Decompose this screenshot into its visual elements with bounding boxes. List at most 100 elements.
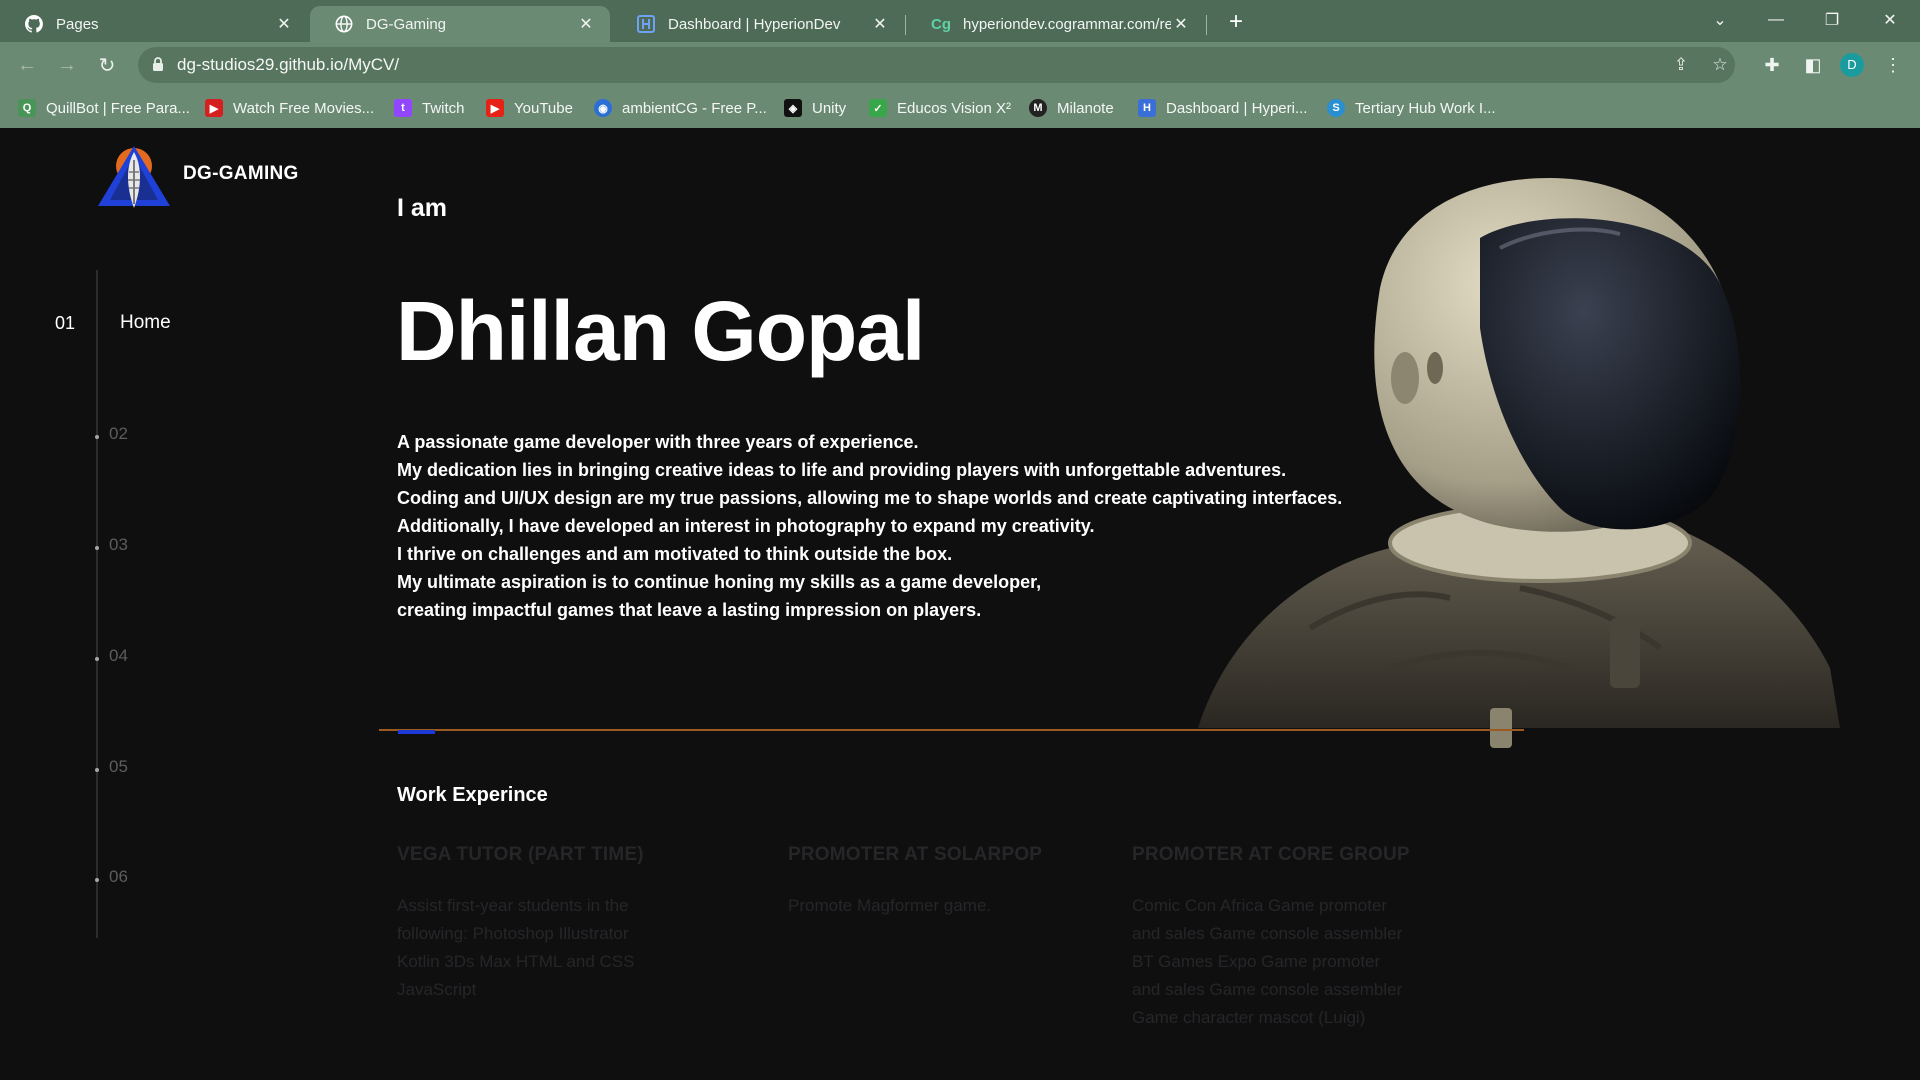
hero-bio: A passionate game developer with three y… (397, 428, 1342, 624)
minimize-button[interactable]: — (1748, 0, 1804, 40)
tab-search-icon[interactable]: ⌄ (1692, 0, 1748, 40)
close-icon[interactable]: ✕ (1171, 14, 1191, 34)
browser-toolbar: ← → ↻ dg-studios29.github.io/MyCV/ ⇪ ☆ ✚… (0, 42, 1920, 88)
nav-item-home[interactable]: Home (120, 312, 171, 334)
bio-line: Coding and UI/UX design are my true pass… (397, 488, 1343, 508)
menu-icon[interactable]: ⋮ (1880, 52, 1906, 78)
job-line: Promote Magformer game. (788, 896, 992, 915)
job-line: JavaScript (397, 980, 477, 999)
bio-line: My ultimate aspiration is to continue ho… (397, 572, 1042, 592)
restore-button[interactable]: ❐ (1804, 0, 1860, 40)
tertiaryhub-icon: S (1327, 99, 1345, 117)
page-content: DG-GAMING 01 Home 02 03 04 05 06 I am Dh… (0, 128, 1920, 1080)
job-line: Assist first-year students in the (397, 896, 629, 915)
hero-intro: I am (397, 194, 448, 222)
tab-strip: Pages ✕ DG-Gaming ✕ Dashboard | Hyperion… (0, 0, 1920, 42)
job-line: following: Photoshop Illustrator (397, 924, 629, 943)
lock-icon[interactable] (152, 57, 164, 77)
close-icon[interactable]: ✕ (870, 14, 890, 34)
tab-separator (1206, 15, 1207, 35)
bookmark-unity[interactable]: ◈ Unity (784, 96, 846, 120)
share-icon[interactable]: ⇪ (1670, 55, 1692, 77)
address-bar[interactable]: dg-studios29.github.io/MyCV/ ⇪ ☆ (138, 47, 1735, 83)
bookmarks-bar: Q QuillBot | Free Para... ▶ Watch Free Mov… (0, 88, 1920, 128)
close-window-button[interactable]: ✕ (1862, 0, 1918, 40)
tab-cogrammar[interactable]: Cg hyperiondev.cogrammar.com/rev ✕ (907, 6, 1205, 42)
side-panel-icon[interactable]: ◧ (1800, 52, 1826, 78)
back-button[interactable]: ← (12, 50, 42, 80)
nav-dot (95, 768, 99, 772)
section-divider (379, 729, 1524, 731)
twitch-icon: t (394, 99, 412, 117)
tab-separator (905, 15, 906, 35)
tab-hyperiondev[interactable]: Dashboard | HyperionDev ✕ (612, 6, 904, 42)
job-line: Kotlin 3Ds Max HTML and CSS (397, 952, 635, 971)
nav-dot (95, 878, 99, 882)
hyperiondev-icon: H (1138, 99, 1156, 117)
bookmark-label: YouTube (514, 99, 573, 117)
ambientcg-icon: ◉ (594, 99, 612, 117)
bookmark-tertiary-hub[interactable]: S Tertiary Hub Work I... (1327, 96, 1496, 120)
close-icon[interactable]: ✕ (576, 14, 596, 34)
bookmark-label: Educos Vision X² (897, 99, 1011, 117)
hero-name: Dhillan Gopal (396, 284, 925, 378)
bookmark-label: Dashboard | Hyperi... (1166, 99, 1308, 117)
tab-title: DG-Gaming (366, 15, 447, 33)
job-description: Promote Magformer game. (788, 892, 1042, 920)
nav-dot (95, 435, 99, 439)
forward-button[interactable]: → (52, 50, 82, 80)
close-icon[interactable]: ✕ (274, 14, 294, 34)
bookmark-educos-vision[interactable]: ✓ Educos Vision X² (869, 96, 1011, 120)
job-title: PROMOTER AT SOLARPOP (788, 844, 1043, 865)
globe-icon (334, 14, 354, 34)
avatar[interactable]: D (1840, 53, 1864, 77)
bookmark-label: QuillBot | Free Para... (46, 99, 190, 117)
bookmark-label: Milanote (1057, 99, 1114, 117)
nav-item-02[interactable]: 02 (109, 424, 128, 444)
bookmark-hyperiondev-dashboard[interactable]: H Dashboard | Hyperi... (1138, 96, 1307, 120)
bookmark-label: ambientCG - Free P... (622, 99, 767, 117)
bio-line: A passionate game developer with three y… (397, 432, 919, 452)
bookmark-youtube[interactable]: ▶ YouTube (486, 96, 573, 120)
tab-title: hyperiondev.cogrammar.com/rev (963, 15, 1171, 33)
bio-line: I thrive on challenges and am motivated … (397, 544, 953, 564)
tab-dg-gaming[interactable]: DG-Gaming ✕ (310, 6, 610, 42)
tab-pages[interactable]: Pages ✕ (0, 6, 308, 42)
bookmark-twitch[interactable]: t Twitch (394, 96, 465, 120)
quillbot-icon: Q (18, 99, 36, 117)
browser-chrome: Pages ✕ DG-Gaming ✕ Dashboard | Hyperion… (0, 0, 1920, 128)
nav-item-03[interactable]: 03 (109, 535, 128, 555)
dg-gaming-logo[interactable] (94, 138, 174, 223)
tab-title: Dashboard | HyperionDev (668, 15, 841, 33)
bio-line: My dedication lies in bringing creative … (397, 460, 1287, 480)
bookmark-watch-free-movies[interactable]: ▶ Watch Free Movies... (205, 96, 374, 120)
bookmark-ambientcg[interactable]: ◉ ambientCG - Free P... (594, 96, 767, 120)
unity-icon: ◈ (784, 99, 802, 117)
bookmark-label: Unity (812, 99, 847, 117)
divider-accent (398, 730, 435, 734)
brand-name[interactable]: DG-GAMING (183, 163, 299, 185)
job-line: Comic Con Africa Game promoter (1132, 896, 1388, 915)
extensions-icon[interactable]: ✚ (1759, 52, 1785, 78)
job-title: PROMOTER AT CORE GROUP (1132, 844, 1410, 865)
reload-button[interactable]: ↻ (92, 50, 122, 80)
nav-active-number[interactable]: 01 (55, 313, 75, 334)
nav-item-04[interactable]: 04 (109, 646, 128, 666)
job-solarpop: PROMOTER AT SOLARPOP Promote Magformer g… (788, 844, 1042, 920)
job-line: and sales Game console assembler (1132, 980, 1403, 999)
hyperiondev-icon (636, 14, 656, 34)
bookmark-star-icon[interactable]: ☆ (1709, 55, 1731, 77)
bookmark-label: Tertiary Hub Work I... (1355, 99, 1496, 117)
work-experience-title: Work Experince (397, 784, 548, 806)
bookmark-quillbot[interactable]: Q QuillBot | Free Para... (18, 96, 190, 120)
job-line: BT Games Expo Game promoter (1132, 952, 1381, 971)
nav-item-05[interactable]: 05 (109, 757, 128, 777)
new-tab-button[interactable]: + (1222, 8, 1250, 36)
job-core-group: PROMOTER AT CORE GROUP Comic Con Africa … (1132, 844, 1410, 1032)
nav-item-06[interactable]: 06 (109, 867, 128, 887)
youtube-icon: ▶ (486, 99, 504, 117)
tab-title: Pages (56, 15, 99, 33)
bookmark-label: Twitch (422, 99, 465, 117)
bookmark-milanote[interactable]: M Milanote (1029, 96, 1114, 120)
job-description: Assist first-year students in the follow… (397, 892, 644, 1004)
